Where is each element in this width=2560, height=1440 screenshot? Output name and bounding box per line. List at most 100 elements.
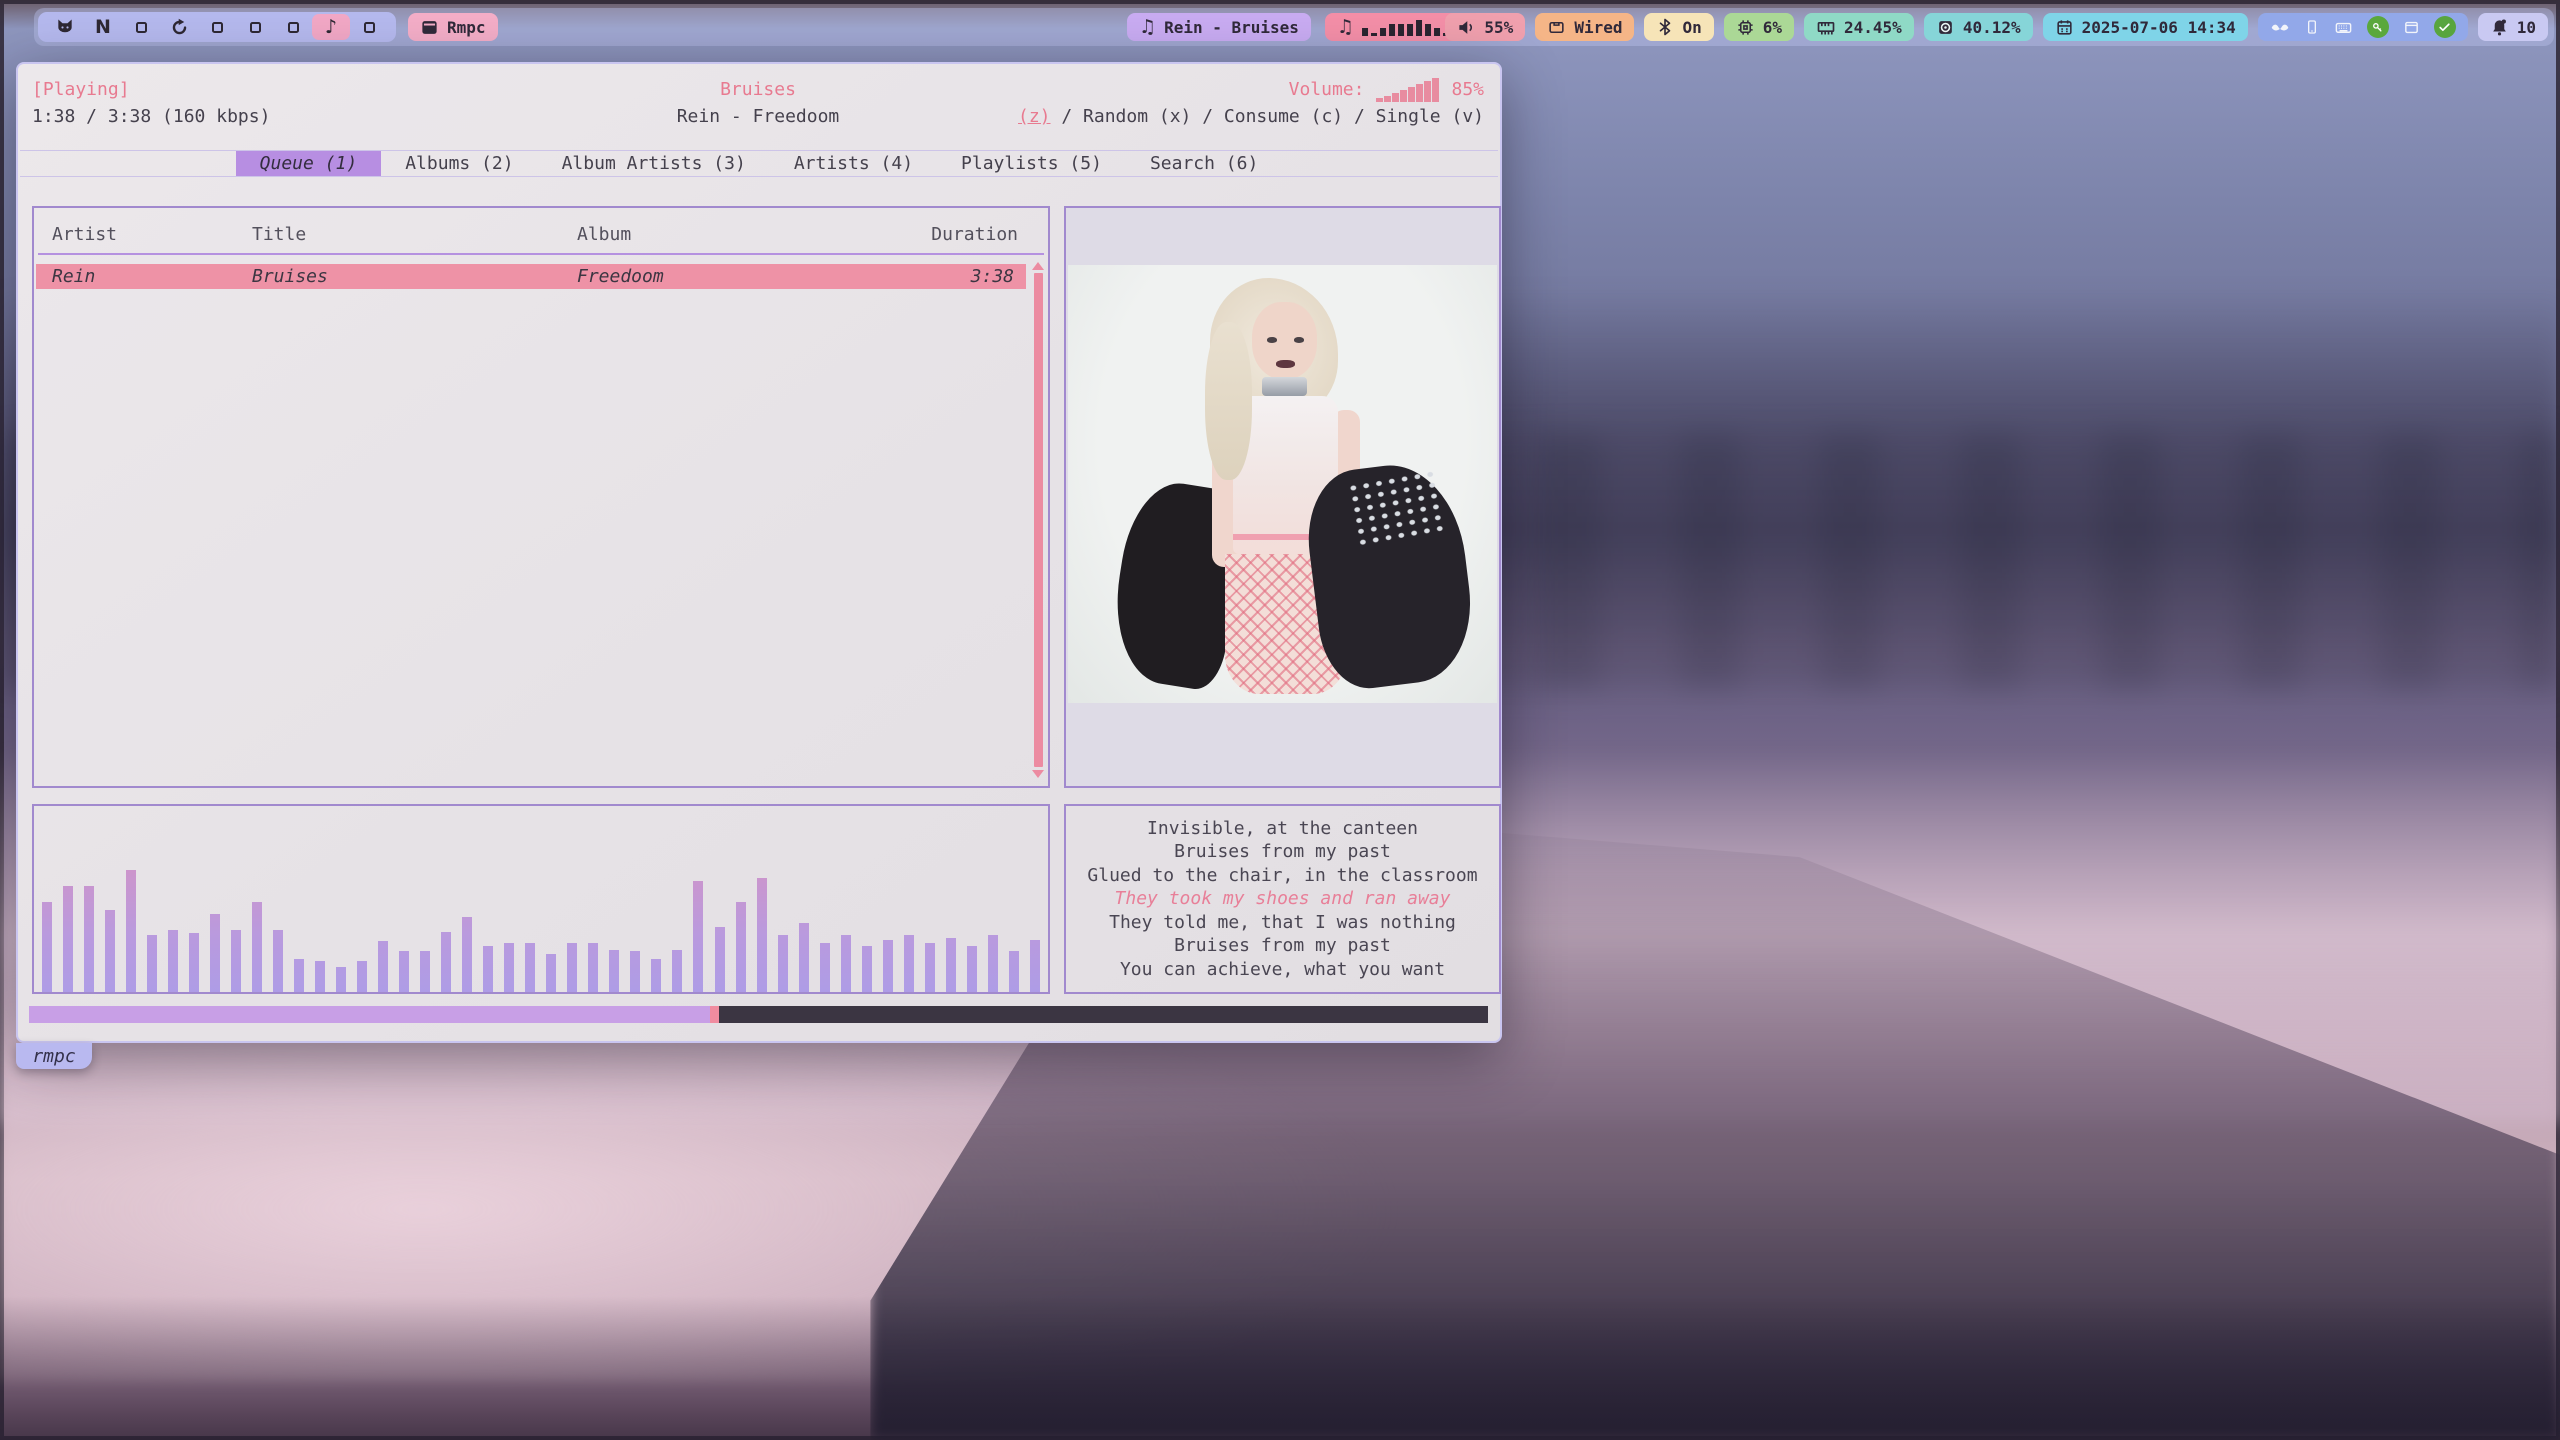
workspace-2[interactable]: N (84, 14, 122, 40)
volume-bar (1432, 78, 1439, 102)
column-header-title: Title (252, 224, 577, 245)
tray-wave-icon[interactable] (2270, 17, 2290, 37)
visualizer-bar (883, 940, 893, 992)
scrollbar-thumb[interactable] (1034, 273, 1043, 767)
mini-visualizer-bars (1362, 19, 1449, 36)
workspace-9[interactable] (350, 14, 388, 40)
visualizer-bar (147, 935, 157, 992)
status-pill-bluetooth[interactable]: On (1644, 13, 1713, 41)
status-pill-disk[interactable]: 40.12% (1924, 13, 2033, 41)
progress-playhead (710, 1006, 719, 1023)
status-pill-network[interactable]: Wired (1535, 13, 1634, 41)
toggle-hints: (z) / Random (x) / Consume (c) / Single … (1018, 103, 1484, 130)
cpu-value: 6% (1763, 18, 1782, 37)
visualizer-bar (609, 950, 619, 992)
queue-row[interactable]: ReinBruisesFreedoom3:38 (36, 264, 1026, 289)
visualizer-bar (715, 927, 725, 992)
queue-scrollbar[interactable] (1031, 262, 1045, 778)
tray-check-icon[interactable] (2434, 16, 2456, 38)
visualizer-bar (63, 886, 73, 992)
visualizer-bar (841, 935, 851, 992)
workspace-6[interactable] (236, 14, 274, 40)
album-art-choker (1262, 377, 1307, 395)
lyric-line: Glued to the chair, in the classroom (1087, 864, 1477, 888)
visualizer-bar (315, 961, 325, 992)
visualizer-bar (904, 935, 914, 992)
desktop: N♪ Rmpc ♫ Rein - Bruises ♫ 55%WiredOn6%2… (0, 0, 2560, 1440)
album-art-panel (1064, 206, 1501, 788)
top-bar-center: ♫ Rein - Bruises ♫ (1127, 13, 1461, 41)
visualizer-bar (378, 941, 388, 992)
tab-search[interactable]: Search (6) (1126, 151, 1282, 176)
tab-albums[interactable]: Albums (2) (381, 151, 537, 176)
visualizer-bar (799, 923, 809, 992)
visualizer-bar (294, 959, 304, 992)
visualizer-bar (1009, 951, 1019, 992)
mini-visualizer-bar (1425, 24, 1431, 36)
workspace-7[interactable] (274, 14, 312, 40)
lyrics-panel: Invisible, at the canteenBruises from my… (1064, 804, 1501, 994)
queue-table-header: ArtistTitleAlbumDuration (34, 208, 1048, 253)
workspace-4[interactable] (160, 14, 198, 40)
window-tag-rmpc[interactable]: rmpc (16, 1043, 92, 1069)
disk-value: 40.12% (1963, 18, 2021, 37)
volume-bar (1416, 84, 1423, 102)
player-controls-info: Volume: 85% (z) / Random (x) / Consume (… (1018, 76, 1484, 130)
volume-bar (1376, 98, 1383, 102)
visualizer-bar (525, 943, 535, 992)
bluetooth-icon (1656, 18, 1674, 36)
visualizer-bar (273, 930, 283, 992)
visualizer-bar (693, 881, 703, 992)
progress-bar[interactable] (29, 1006, 1488, 1023)
queue-cell-album: Freedoom (577, 266, 918, 287)
visualizer-bar (546, 954, 556, 992)
toggle-repeat[interactable]: (z) (1018, 106, 1051, 127)
taskbar-item-rmpc[interactable]: Rmpc (408, 13, 498, 41)
restart-icon (170, 18, 189, 37)
workspace-3[interactable] (122, 14, 160, 40)
toggle-others[interactable]: / Random (x) / Consume (c) / Single (v) (1051, 106, 1484, 127)
audio-visualizer-widget[interactable]: ♫ (1325, 13, 1461, 41)
status-pill-memory[interactable]: 24.45% (1804, 13, 1914, 41)
visualizer-bar (925, 943, 935, 992)
volume-bar (1384, 96, 1391, 102)
song-artist-album: Rein - Freedoom (677, 103, 840, 130)
scrollbar-up-icon[interactable] (1032, 262, 1044, 270)
song-info: Bruises Rein - Freedoom (677, 76, 840, 130)
volume-bar (1424, 81, 1431, 102)
scrollbar-down-icon[interactable] (1032, 770, 1044, 778)
tray-window-icon[interactable] (2403, 19, 2420, 36)
tab-queue[interactable]: Queue (1) (236, 151, 382, 176)
tray-phone-icon[interactable] (2304, 19, 2320, 35)
status-pill-clock[interactable]: 2025-07-06 14:34 (2043, 13, 2248, 41)
mini-visualizer-bar (1434, 28, 1440, 36)
workspace-5[interactable] (198, 14, 236, 40)
now-playing-widget[interactable]: ♫ Rein - Bruises (1127, 13, 1311, 41)
volume-bar (1408, 87, 1415, 102)
lyric-line: Invisible, at the canteen (1147, 817, 1418, 841)
window-square-icon (212, 22, 223, 33)
bell-icon (2490, 18, 2509, 37)
visualizer-bar (210, 914, 220, 992)
tab-album-artists[interactable]: Album Artists (3) (538, 151, 770, 176)
mini-visualizer-bar (1407, 24, 1413, 36)
visualizer-bar (84, 886, 94, 992)
tab-artists[interactable]: Artists (4) (770, 151, 937, 176)
top-bar: N♪ Rmpc ♫ Rein - Bruises ♫ 55%WiredOn6%2… (34, 8, 2554, 46)
tray-keyboard-icon[interactable] (2334, 18, 2353, 37)
tray-key-icon[interactable] (2367, 16, 2389, 38)
window-tag-label: rmpc (32, 1046, 75, 1067)
notifications-pill[interactable]: 10 (2478, 13, 2548, 41)
mini-visualizer-bar (1398, 24, 1404, 36)
visualizer-bar (862, 946, 872, 992)
workspace-8[interactable]: ♪ (312, 14, 350, 40)
status-pill-volume[interactable]: 55% (1445, 13, 1525, 41)
workspace-1[interactable] (46, 14, 84, 40)
bluetooth-value: On (1682, 18, 1701, 37)
ethernet-icon (1547, 18, 1566, 37)
tab-playlists[interactable]: Playlists (5) (937, 151, 1126, 176)
status-pill-cpu[interactable]: 6% (1724, 13, 1794, 41)
workspace-switcher: N♪ (38, 12, 396, 42)
visualizer-bar (672, 950, 682, 992)
player-header: [Playing] 1:38 / 3:38 (160 kbps) Bruises… (32, 76, 1484, 134)
